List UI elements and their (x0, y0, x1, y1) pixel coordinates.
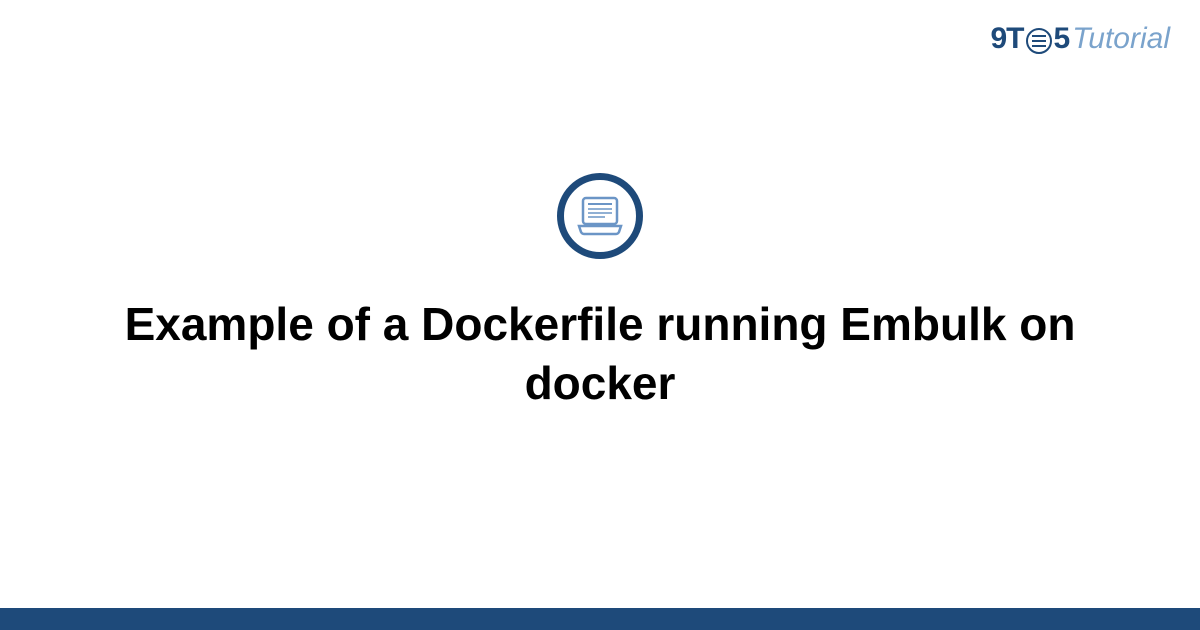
page-title: Example of a Dockerfile running Embulk o… (120, 295, 1080, 413)
laptop-icon (557, 173, 643, 259)
main-content: Example of a Dockerfile running Embulk o… (0, 0, 1200, 630)
footer-accent-bar (0, 608, 1200, 630)
